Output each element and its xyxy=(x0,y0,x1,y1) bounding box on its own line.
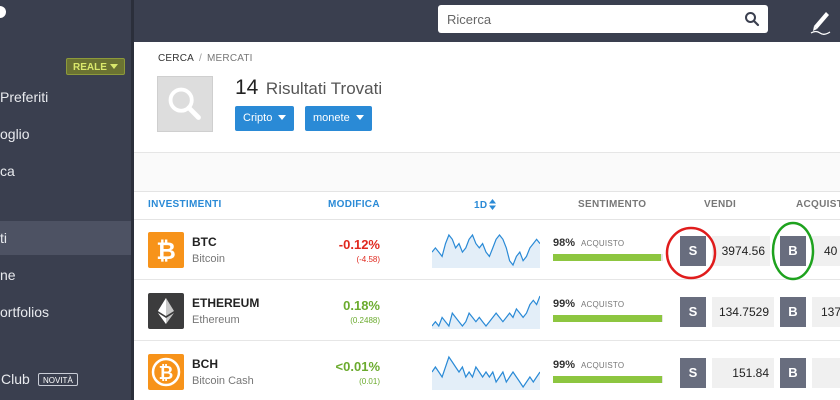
results-heading: 14 Risultati Trovati xyxy=(235,76,382,100)
toolbar-band xyxy=(134,153,840,191)
sell-price[interactable]: 151.84 xyxy=(712,358,774,388)
buy-price[interactable]: 40 xyxy=(812,236,840,266)
sidebar-item-copyportfolios[interactable]: ortfolios xyxy=(0,295,131,329)
sidebar-item-label: ortfolios xyxy=(0,304,50,320)
sell-price[interactable]: 134.7529 xyxy=(712,297,774,327)
table-row-bch[interactable]: ₿ BCH Bitcoin Cash <0.01% (0.01) 99% ACQ… xyxy=(134,342,840,400)
coin-symbol[interactable]: BCH xyxy=(192,357,218,371)
sentiment-percent: 99% xyxy=(553,298,576,310)
buy-button[interactable]: B xyxy=(780,297,806,327)
breadcrumb: CERCA / MERCATI xyxy=(158,53,253,64)
sidebar-item-label: ca xyxy=(0,163,15,179)
period-label: 1D xyxy=(474,200,488,211)
account-mode-toggle[interactable]: REALE xyxy=(66,58,125,75)
sentiment-bar xyxy=(553,376,663,383)
breadcrumb-current: MERCATI xyxy=(207,53,253,64)
filter-crypto-dropdown[interactable]: Cripto xyxy=(235,106,295,131)
change-percent: -0.12% xyxy=(338,237,380,252)
sentiment-bar-fill xyxy=(553,315,662,322)
sparkline-chart xyxy=(432,295,540,329)
filter-label: Cripto xyxy=(243,112,273,124)
col-investments[interactable]: INVESTIMENTI xyxy=(148,199,222,210)
sentiment-bar xyxy=(553,254,663,261)
sort-icon xyxy=(489,199,497,210)
table-row-ethereum[interactable]: ETHEREUM Ethereum 0.18% (0.2488) 99% ACQ… xyxy=(134,281,840,341)
svg-text:₿: ₿ xyxy=(156,237,176,265)
change-absolute: (0.01) xyxy=(359,377,380,386)
buy-price[interactable]: 137 xyxy=(812,297,840,327)
change-percent: <0.01% xyxy=(335,359,380,374)
change-absolute: (-4.58) xyxy=(356,255,380,264)
coin-name: Bitcoin xyxy=(192,253,226,265)
search-thumbnail xyxy=(157,76,213,132)
col-period[interactable]: 1D xyxy=(474,199,497,211)
buy-price[interactable] xyxy=(812,358,840,388)
results-label: Risultati Trovati xyxy=(265,79,383,98)
new-badge: NOVITÀ xyxy=(38,373,78,386)
col-sell: VENDI xyxy=(704,199,737,210)
sidebar-item-markets[interactable]: ti xyxy=(0,221,131,255)
account-mode-label: REALE xyxy=(73,62,107,73)
coin-name: Ethereum xyxy=(192,314,240,326)
table-header: INVESTIMENTI MODIFICA 1D SENTIMENTO VEND… xyxy=(134,191,840,220)
sidebar-item-label: Club xyxy=(1,371,30,387)
coin-symbol[interactable]: ETHEREUM xyxy=(192,296,259,310)
col-buy: ACQUIST xyxy=(796,199,840,210)
chevron-down-icon xyxy=(355,115,364,120)
top-bar xyxy=(134,0,840,42)
sentiment-bar-fill xyxy=(553,254,661,261)
sidebar-item-search[interactable]: ca xyxy=(0,154,131,188)
sidebar-item-club[interactable]: Club NOVITÀ xyxy=(0,362,131,396)
breadcrumb-root[interactable]: CERCA xyxy=(158,53,194,64)
sell-highlight-circle xyxy=(665,226,717,280)
sell-button[interactable]: S xyxy=(680,358,706,388)
coin-name: Bitcoin Cash xyxy=(192,375,254,387)
logo[interactable] xyxy=(0,6,6,18)
sparkline-area xyxy=(432,296,540,329)
coin-symbol[interactable]: BTC xyxy=(192,235,217,249)
sparkline-chart xyxy=(432,355,540,390)
magnifier-icon xyxy=(168,87,201,120)
search-icon[interactable] xyxy=(744,11,760,27)
sentiment-label: ACQUISTO xyxy=(581,361,625,370)
sentiment-percent: 98% xyxy=(553,237,576,249)
sentiment-label: ACQUISTO xyxy=(581,300,625,309)
change-percent: 0.18% xyxy=(343,298,380,313)
sentiment-label: ACQUISTO xyxy=(581,239,625,248)
search-box xyxy=(438,5,768,33)
bitcoin-icon: ₿ xyxy=(148,232,184,268)
sidebar-item-label: ti xyxy=(0,230,7,246)
sentiment-percent: 99% xyxy=(553,359,576,371)
table-row-btc[interactable]: ₿ BTC Bitcoin -0.12% (-4.58) 98% ACQUIST… xyxy=(134,220,840,280)
main-content: CERCA / MERCATI 14 Risultati Trovati Cript… xyxy=(134,42,840,400)
sidebar-item-portfolio[interactable]: oglio xyxy=(0,117,131,151)
col-sentiment: SENTIMENTO xyxy=(578,199,647,210)
chevron-down-icon xyxy=(109,64,118,69)
chevron-down-icon xyxy=(278,115,287,120)
svg-text:₿: ₿ xyxy=(159,363,174,384)
sell-price[interactable]: 3974.56 xyxy=(712,236,770,266)
buy-highlight-circle xyxy=(771,221,815,281)
sidebar-item-label: Preferiti xyxy=(0,89,49,105)
breadcrumb-separator: / xyxy=(199,53,202,64)
sentiment-bar-fill xyxy=(553,376,662,383)
pen-icon[interactable] xyxy=(808,6,834,36)
sparkline-chart xyxy=(432,233,540,268)
sentiment-bar xyxy=(553,315,663,322)
filter-coins-dropdown[interactable]: monete xyxy=(305,106,372,131)
search-input[interactable] xyxy=(438,5,738,33)
bitcoin-cash-icon: ₿ xyxy=(148,354,184,390)
filter-label: monete xyxy=(313,112,350,124)
sidebar-item-label: oglio xyxy=(0,126,30,142)
sidebar: REALE Preferiti oglio ca ti ne ortfolios… xyxy=(0,0,134,400)
sell-button[interactable]: S xyxy=(680,297,706,327)
sidebar-item-label: ne xyxy=(0,267,16,283)
sidebar-item-people[interactable]: ne xyxy=(0,258,131,292)
col-change[interactable]: MODIFICA xyxy=(328,199,380,210)
buy-button[interactable]: B xyxy=(780,358,806,388)
ethereum-icon xyxy=(148,293,184,329)
results-count: 14 xyxy=(235,76,259,99)
change-absolute: (0.2488) xyxy=(350,316,380,325)
sidebar-item-watchlist[interactable]: Preferiti xyxy=(0,80,131,114)
